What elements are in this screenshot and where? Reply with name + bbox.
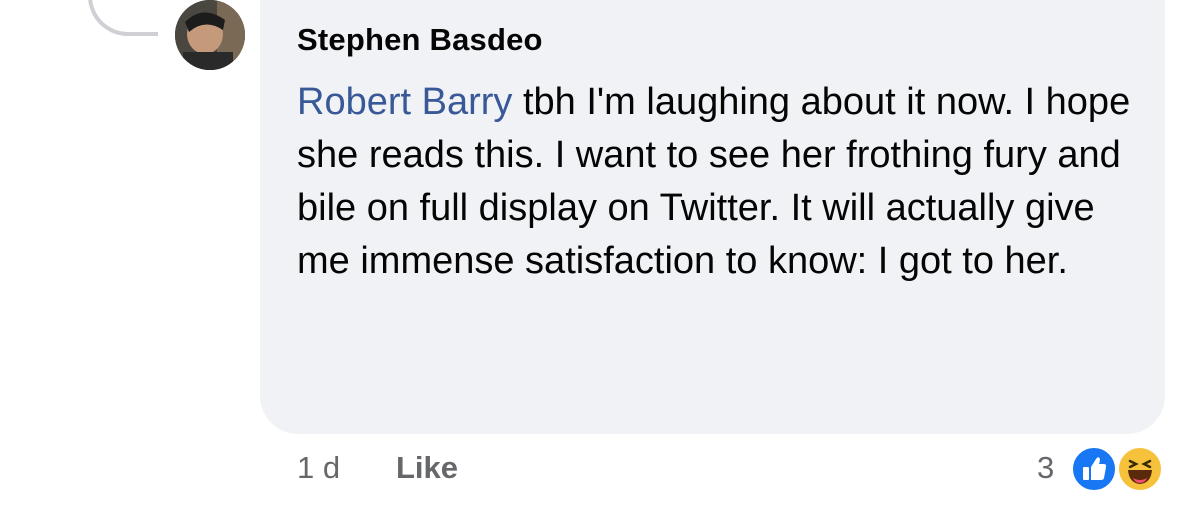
like-icon xyxy=(1070,445,1118,493)
reactions-summary[interactable] xyxy=(1070,445,1170,495)
comment-author[interactable]: Stephen Basdeo xyxy=(297,22,543,58)
avatar[interactable] xyxy=(175,0,245,70)
comment-timestamp[interactable]: 1 d xyxy=(297,450,340,486)
like-button[interactable]: Like xyxy=(396,450,458,486)
comment-text: Robert Barry tbh I'm laughing about it n… xyxy=(297,76,1157,288)
reaction-count[interactable]: 3 xyxy=(1037,450,1054,486)
haha-icon xyxy=(1116,445,1164,493)
mention-link[interactable]: Robert Barry xyxy=(297,81,512,123)
reply-thread-line xyxy=(88,0,158,36)
